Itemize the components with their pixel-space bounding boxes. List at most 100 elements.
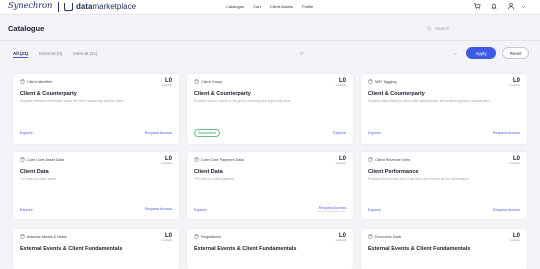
database-icon [194, 157, 199, 162]
filter-select-2[interactable] [370, 49, 458, 58]
card-description: Supplies reference information about the… [20, 98, 124, 103]
card-level: L0 Available [336, 156, 346, 165]
header-divider [0, 40, 540, 41]
catalogue-card[interactable]: Client Identifier L0 Available Client & C… [13, 74, 179, 144]
top-bar: Synechron datamarketplace Catalogue Cart… [0, 0, 540, 15]
card-source-label: Core Core Payment Data [201, 157, 244, 162]
catalogue-tabs: All (21) External (0) Internal (21) [13, 51, 98, 58]
card-description: The data of a client payment [194, 176, 235, 181]
main-nav: Catalogue Cart Client Assets Profile [226, 4, 313, 9]
bell-icon[interactable] [490, 2, 498, 10]
card-title: External Events & Client Fundamentals [20, 246, 123, 252]
card-source: Regulations [194, 234, 221, 239]
nav-cart[interactable]: Cart [253, 4, 261, 9]
card-explore-link[interactable]: Explore [368, 131, 381, 135]
card-title: Client & Counterparty [20, 91, 77, 97]
card-source: Client Revenue View [368, 157, 410, 162]
filter-select-1[interactable]: IT [300, 49, 370, 58]
tab-all[interactable]: All (21) [13, 51, 29, 58]
search-icon [427, 26, 432, 31]
card-level-sub: Available [161, 162, 172, 165]
header-icons [473, 2, 526, 10]
card-explore-link[interactable]: Explore [333, 131, 346, 135]
chevron-down-icon [521, 5, 526, 8]
cart-logo-icon [64, 3, 73, 11]
link-underline [317, 211, 346, 212]
database-icon [194, 234, 199, 239]
card-description: Provides the revenue view of the client … [368, 176, 469, 181]
tab-internal[interactable]: Internal (21) [73, 51, 97, 58]
nav-profile[interactable]: Profile [302, 4, 313, 9]
database-icon [368, 79, 373, 84]
card-level: L0 Available [510, 156, 520, 165]
card-request-access-link[interactable]: Request Access [319, 206, 346, 210]
card-explore-link[interactable]: Explore [194, 208, 207, 212]
filter-select-1-value: IT [300, 51, 304, 56]
card-request-access-link[interactable]: Request Access [145, 131, 172, 135]
subscribed-badge: Subscribed [194, 129, 220, 137]
catalogue-card[interactable]: Core Core Payment Data L0 Available Clien… [187, 152, 353, 219]
database-icon [368, 157, 373, 162]
card-source-label: Core Core Asset Data [27, 157, 64, 162]
card-explore-link[interactable]: Explore [20, 131, 33, 135]
card-source: Client Group [194, 79, 222, 84]
card-source: Client Identifier [20, 79, 52, 84]
card-description: Provides data on clients at the group, h… [194, 98, 291, 103]
card-source-label: Regulations [201, 234, 222, 239]
card-title: External Events & Client Fundamentals [194, 246, 297, 252]
card-level-sub: Available [335, 84, 346, 87]
user-icon [508, 3, 514, 10]
card-level-sub: Available [161, 84, 172, 87]
catalogue-card[interactable]: Core Core Asset Data L0 Available Client … [13, 152, 179, 219]
catalogue-card[interactable]: Regulations L0 Available External Events … [187, 229, 353, 269]
card-title: Client Data [194, 169, 223, 175]
card-source-label: Client Identifier [27, 79, 53, 84]
database-icon [194, 79, 199, 84]
card-request-access-link[interactable]: Request Access [493, 208, 520, 212]
card-title: Client Data [20, 169, 49, 175]
catalogue-card[interactable]: Client Revenue View L0 Available Client P… [361, 152, 527, 219]
card-level: L0 Available [336, 233, 346, 242]
database-icon [368, 234, 373, 239]
nav-catalogue[interactable]: Catalogue [226, 4, 244, 9]
card-title: Client & Counterparty [368, 91, 425, 97]
apply-button[interactable]: Apply [466, 47, 496, 59]
card-source: MiFi Tagging [368, 79, 396, 84]
logo-divider [58, 2, 59, 12]
card-explore-link[interactable]: Explore [20, 208, 33, 212]
synechron-logo[interactable]: Synechron [8, 1, 52, 11]
card-level-sub: Available [509, 162, 520, 165]
product-logo[interactable]: datamarketplace [76, 2, 136, 11]
product-suffix: marketplace [92, 2, 137, 11]
card-request-access-link[interactable]: Request Access [493, 131, 520, 135]
catalogue-card[interactable]: Adverse Media & News L0 Available Externa… [13, 229, 179, 269]
catalogue-card[interactable]: MiFi Tagging L0 Available Client & Counte… [361, 74, 527, 144]
card-level-sub: Available [509, 84, 520, 87]
card-request-access-link[interactable]: Request Access [145, 207, 172, 211]
catalogue-card[interactable]: Client Group L0 Available Client & Counte… [187, 74, 353, 144]
card-title: External Events & Client Fundamentals [368, 246, 471, 252]
card-level: L0 Available [336, 78, 346, 87]
page-title: Catalogue [8, 24, 45, 33]
card-source: Adverse Media & News [20, 234, 66, 239]
user-menu[interactable] [507, 2, 526, 10]
reset-button[interactable]: Reset [502, 47, 529, 59]
card-description: Supplies data relating to client mifid c… [368, 98, 490, 103]
search-placeholder: Search [435, 26, 450, 31]
card-explore-link[interactable]: Explore [368, 208, 381, 212]
card-level: L0 Available [510, 78, 520, 87]
card-source: Core Core Asset Data [20, 157, 64, 162]
card-source: Core Core Payment Data [194, 157, 244, 162]
card-level-sub: Available [161, 239, 172, 242]
card-title: Client & Counterparty [194, 91, 251, 97]
card-level-sub: Available [335, 162, 346, 165]
cart-icon[interactable] [473, 2, 481, 10]
chevron-down-icon [453, 52, 458, 55]
nav-client-assets[interactable]: Client Assets [270, 4, 293, 9]
tab-external[interactable]: External (0) [39, 51, 62, 58]
card-level: L0 Available [162, 233, 172, 242]
product-prefix: data [76, 2, 93, 11]
search-input[interactable]: Search [427, 24, 529, 33]
catalogue-card[interactable]: Economic Data L0 Available External Event… [361, 229, 527, 269]
card-source-label: Client Group [201, 79, 223, 84]
